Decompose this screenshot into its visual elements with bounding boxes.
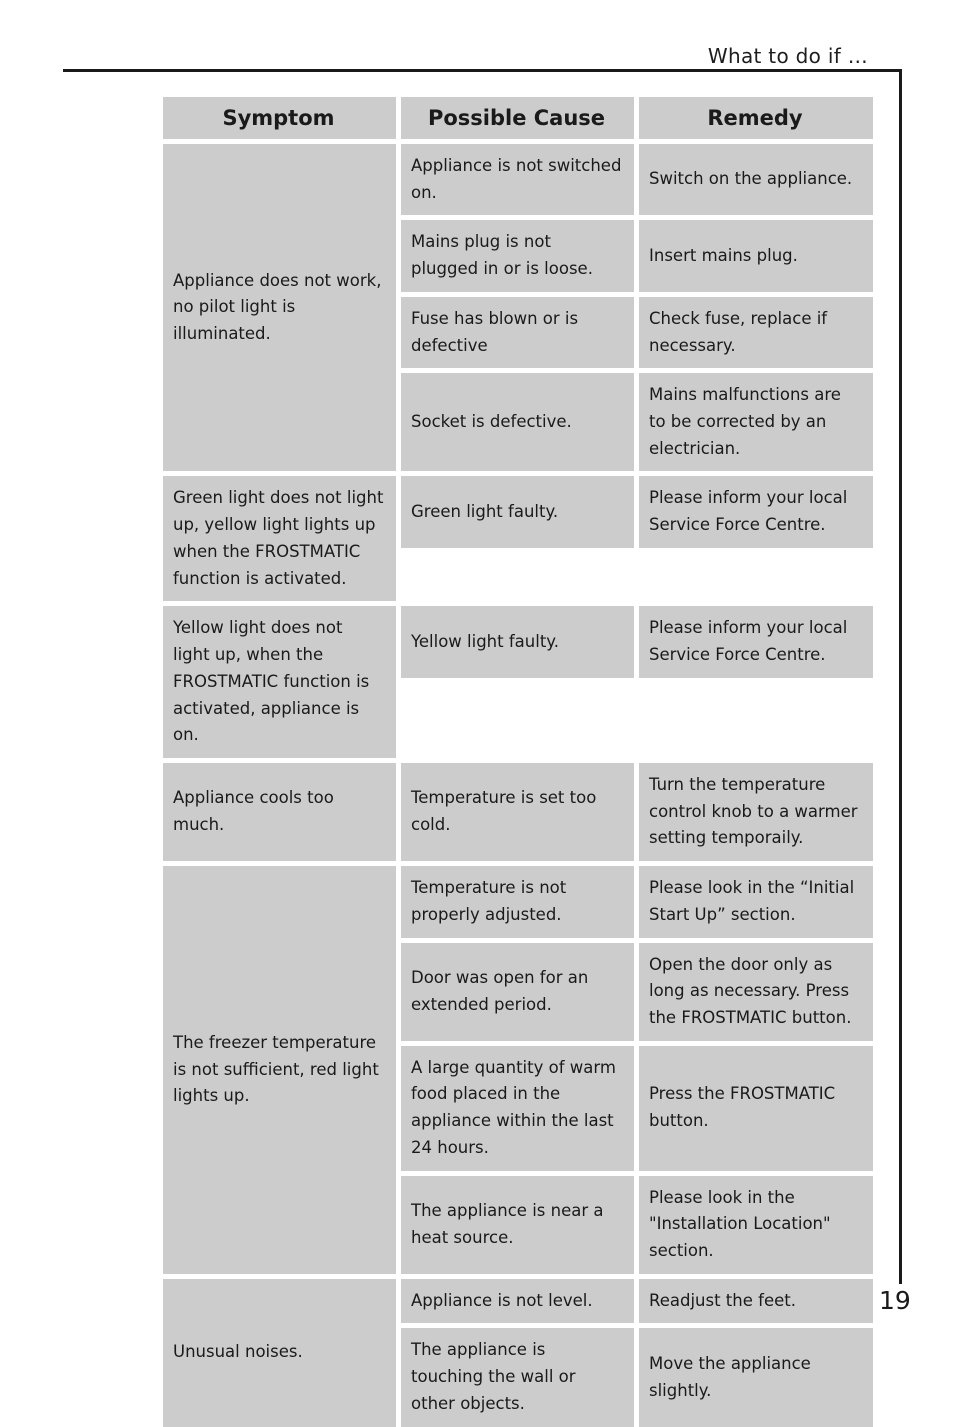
table-row: The freezer temperature is not sufficien… (163, 866, 873, 1274)
cause-remedy-list: Appliance is not level. Readjust the feet… (401, 1278, 873, 1427)
table-row: Green light does not light up, yellow li… (163, 476, 873, 602)
remedy-text: Check fuse, replace if necessary. (649, 308, 828, 355)
table-row: Appliance cools too much. Temperature is … (163, 762, 873, 862)
possible-cause-cell: Yellow light faulty. (401, 606, 634, 678)
cause-remedy-row: Appliance is not level. Readjust the feet… (401, 1278, 873, 1324)
possible-cause-text: Appliance is not level. (411, 1290, 593, 1310)
possible-cause-text: Temperature is set too cold. (411, 788, 597, 835)
symptom-cell: Appliance cools too much. (163, 762, 396, 862)
possible-cause-cell: A large quantity of warm food placed in … (401, 1045, 634, 1171)
remedy-cell: Please look in the "Installation Locatio… (639, 1175, 873, 1274)
possible-cause-text: Appliance is not switched on. (411, 156, 622, 202)
header-rule (63, 69, 902, 72)
symptom-cell: The freezer temperature is not sufficien… (163, 866, 396, 1274)
possible-cause-cell: Appliance is not level. (401, 1278, 634, 1324)
remedy-text: Please look in the "Installation Locatio… (649, 1187, 831, 1260)
symptom-cell: Yellow light does not light up, when the… (163, 606, 396, 758)
possible-cause-text: The appliance is near a heat source. (411, 1200, 604, 1247)
cause-remedy-row: Mains plug is not plugged in or is loose… (401, 220, 873, 292)
remedy-cell: Insert mains plug. (639, 220, 873, 292)
cause-remedy-row: Door was open for an extended period. Ope… (401, 942, 873, 1041)
remedy-text: Move the appliance slightly. (649, 1353, 811, 1400)
symptom-text: Appliance cools too much. (173, 788, 334, 835)
symptom-text: Appliance does not work, no pilot light … (173, 270, 382, 344)
possible-cause-text: A large quantity of warm food placed in … (411, 1057, 616, 1157)
possible-cause-cell: Green light faulty. (401, 476, 634, 548)
column-header-remedy: Remedy (639, 97, 873, 139)
remedy-text: Press the FROSTMATIC button. (649, 1084, 836, 1131)
page-edge-rule (899, 69, 902, 1284)
remedy-text: Insert mains plug. (649, 245, 798, 265)
cause-remedy-row: Fuse has blown or is defective Check fuse… (401, 296, 873, 369)
remedy-cell: Move the appliance slightly. (639, 1328, 873, 1427)
remedy-cell: Switch on the appliance. (639, 144, 873, 216)
remedy-cell: Please look in the “Initial Start Up” se… (639, 866, 873, 938)
symptom-cell: Appliance does not work, no pilot light … (163, 144, 396, 472)
table-row: Yellow light does not light up, when the… (163, 606, 873, 758)
possible-cause-cell: Fuse has blown or is defective (401, 296, 634, 369)
remedy-cell: Check fuse, replace if necessary. (639, 296, 873, 369)
symptom-cell: Unusual noises. (163, 1278, 396, 1427)
symptom-text: The freezer temperature is not sufficien… (173, 1032, 379, 1106)
cause-remedy-list: Appliance is not switched on. Switch on t… (401, 144, 873, 472)
symptom-cell: Green light does not light up, yellow li… (163, 476, 396, 602)
troubleshooting-table: Symptom Possible Cause Remedy Appliance … (163, 97, 873, 1427)
possible-cause-text: Mains plug is not plugged in or is loose… (411, 232, 593, 279)
possible-cause-text: Fuse has blown or is defective (411, 308, 579, 355)
remedy-cell: Open the door only as long as necessary.… (639, 942, 873, 1041)
symptom-text: Green light does not light up, yellow li… (173, 488, 384, 588)
possible-cause-text: Socket is defective. (411, 412, 572, 432)
cause-remedy-list: Yellow light faulty. Please inform your l… (401, 606, 873, 758)
cause-remedy-row: Appliance is not switched on. Switch on t… (401, 144, 873, 216)
possible-cause-cell: Door was open for an extended period. (401, 942, 634, 1041)
possible-cause-cell: The appliance is touching the wall or ot… (401, 1328, 634, 1427)
remedy-cell: Please inform your local Service Force C… (639, 606, 873, 678)
possible-cause-text: The appliance is touching the wall or ot… (411, 1340, 576, 1413)
possible-cause-cell: Mains plug is not plugged in or is loose… (401, 220, 634, 292)
possible-cause-cell: Temperature is not properly adjusted. (401, 866, 634, 938)
remedy-text: Open the door only as long as necessary.… (649, 954, 852, 1027)
cause-remedy-row: A large quantity of warm food placed in … (401, 1045, 873, 1171)
table-row: Unusual noises. Appliance is not level. Re… (163, 1278, 873, 1427)
cause-remedy-list: Temperature is not properly adjusted. Ple… (401, 866, 873, 1274)
cause-remedy-row: Temperature is not properly adjusted. Ple… (401, 866, 873, 938)
remedy-text: Readjust the feet. (649, 1290, 796, 1310)
column-header-possible-cause: Possible Cause (401, 97, 634, 139)
cause-remedy-row: The appliance is touching the wall or ot… (401, 1328, 873, 1427)
page-number: 19 (879, 1286, 911, 1315)
cause-remedy-list: Green light faulty. Please inform your lo… (401, 476, 873, 601)
remedy-text: Switch on the appliance. (649, 169, 853, 189)
remedy-text: Turn the temperature control knob to a w… (649, 774, 858, 848)
symptom-text: Unusual noises. (173, 1342, 303, 1362)
symptom-text: Yellow light does not light up, when the… (173, 618, 370, 745)
cause-remedy-row: Socket is defective. Mains malfunctions a… (401, 373, 873, 472)
cause-remedy-row: Temperature is set too cold. Turn the tem… (401, 762, 873, 862)
cause-remedy-row: Green light faulty. Please inform your lo… (401, 476, 873, 548)
possible-cause-cell: Appliance is not switched on. (401, 144, 634, 216)
column-header-symptom: Symptom (163, 97, 396, 139)
remedy-cell: Press the FROSTMATIC button. (639, 1045, 873, 1171)
cause-remedy-list: Temperature is set too cold. Turn the tem… (401, 762, 873, 862)
remedy-cell: Readjust the feet. (639, 1278, 873, 1324)
possible-cause-text: Yellow light faulty. (411, 631, 559, 651)
running-head: What to do if … (707, 44, 868, 68)
remedy-text: Please inform your local Service Force C… (649, 618, 848, 665)
possible-cause-text: Door was open for an extended period. (411, 967, 589, 1014)
remedy-cell: Mains malfunctions are to be corrected b… (639, 373, 873, 472)
remedy-text: Mains malfunctions are to be corrected b… (649, 385, 841, 458)
remedy-text: Please inform your local Service Force C… (649, 488, 848, 535)
table-header-row: Symptom Possible Cause Remedy (163, 97, 873, 139)
possible-cause-text: Temperature is not properly adjusted. (411, 878, 567, 924)
remedy-cell: Turn the temperature control knob to a w… (639, 762, 873, 862)
possible-cause-cell: The appliance is near a heat source. (401, 1175, 634, 1274)
possible-cause-text: Green light faulty. (411, 501, 559, 521)
remedy-text: Please look in the “Initial Start Up” se… (649, 878, 855, 924)
table-row: Appliance does not work, no pilot light … (163, 144, 873, 472)
possible-cause-cell: Temperature is set too cold. (401, 762, 634, 862)
remedy-cell: Please inform your local Service Force C… (639, 476, 873, 548)
cause-remedy-row: The appliance is near a heat source. Plea… (401, 1175, 873, 1274)
possible-cause-cell: Socket is defective. (401, 373, 634, 472)
cause-remedy-row: Yellow light faulty. Please inform your l… (401, 606, 873, 678)
